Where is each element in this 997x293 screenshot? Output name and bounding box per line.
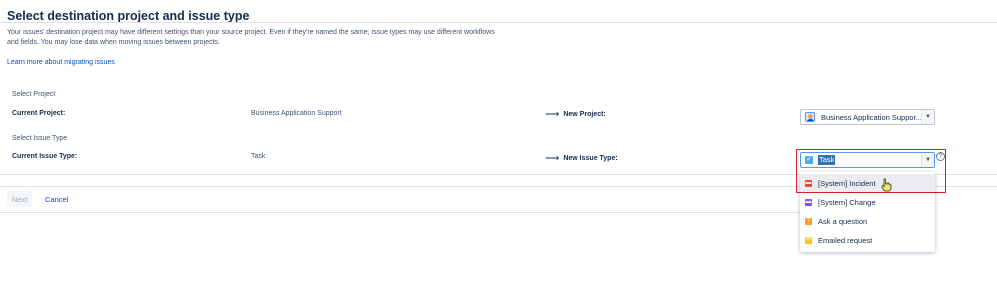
- dropdown-item-change[interactable]: ▬ [System] Change: [800, 193, 935, 211]
- select-project-label: Select Project: [12, 91, 56, 98]
- highlight-box: [796, 149, 946, 193]
- new-project-label: ⟶ New Project:: [545, 109, 606, 120]
- new-project-value: Business Application Suppor...: [821, 112, 922, 122]
- dropdown-item-emailed-request[interactable]: ✉ Emailed request: [800, 231, 935, 249]
- question-icon: ?: [805, 217, 812, 225]
- new-project-select[interactable]: Business Application Suppor... ▼: [800, 109, 935, 125]
- cancel-link[interactable]: Cancel: [45, 195, 68, 204]
- learn-more-link[interactable]: Learn more about migrating issues: [7, 59, 115, 66]
- select-issue-type-label: Select Issue Type: [12, 135, 68, 142]
- arrow-right-icon: ⟶: [545, 109, 560, 120]
- current-issue-type-value: Task: [251, 153, 266, 160]
- project-avatar: [805, 112, 815, 122]
- footer-divider: [0, 212, 800, 213]
- dropdown-item-label: [System] Change: [818, 197, 876, 207]
- dropdown-item-ask-question[interactable]: ? Ask a question: [800, 212, 935, 230]
- hand-cursor-icon: [881, 178, 892, 192]
- new-issue-type-label: ⟶ New Issue Type:: [545, 153, 618, 164]
- email-icon: ✉: [805, 236, 812, 244]
- arrow-right-icon: ⟶: [545, 153, 560, 164]
- current-issue-type-label: Current Issue Type:: [12, 153, 78, 160]
- current-project-label: Current Project:: [12, 110, 66, 117]
- next-button[interactable]: Next: [7, 191, 33, 207]
- change-icon: ▬: [805, 198, 812, 206]
- title-divider: [0, 22, 997, 23]
- chevron-down-icon[interactable]: ▼: [921, 110, 934, 124]
- page-description: Your issues' destination project may hav…: [7, 29, 495, 46]
- dropdown-item-label: Ask a question: [818, 216, 868, 226]
- page-title: Select destination project and issue typ…: [7, 9, 250, 23]
- current-project-value: Business Application Support: [251, 110, 342, 117]
- dropdown-item-label: Emailed request: [818, 235, 873, 245]
